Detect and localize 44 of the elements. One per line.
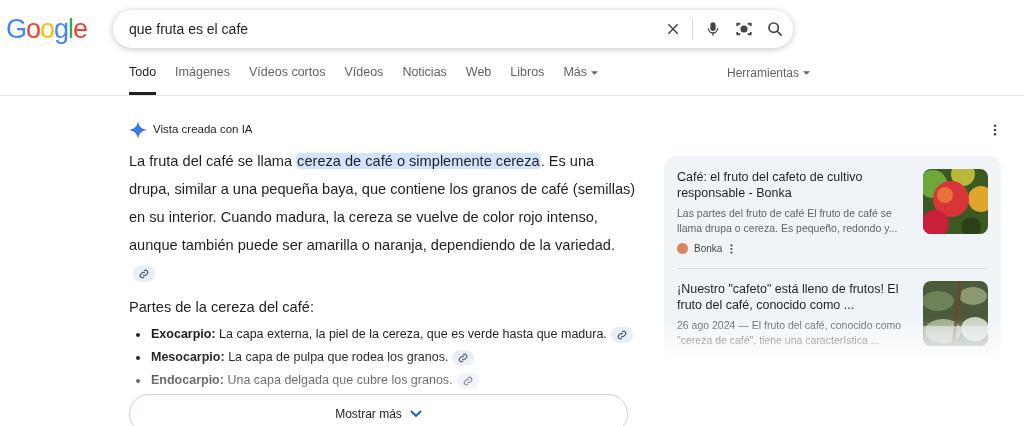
caret-icon bbox=[803, 71, 811, 75]
list-item-text: Mesocarpio: La capa de pulpa que rodea los granos. bbox=[151, 348, 475, 367]
search-tab[interactable]: Vídeos bbox=[344, 63, 384, 95]
search-field[interactable]: que fruta es el cafe bbox=[113, 10, 793, 48]
source-title[interactable]: ¡Nuestro "cafeto" está lleno de frutos! El fruto del café, conocido como ... bbox=[677, 281, 911, 313]
chevron-down-icon bbox=[409, 410, 422, 418]
site-favicon-icon bbox=[677, 243, 688, 254]
link-icon bbox=[458, 352, 469, 363]
search-tab[interactable]: Web bbox=[465, 63, 492, 95]
ai-overview-label: Vista creada con IA bbox=[153, 122, 254, 138]
camera-lens-icon[interactable] bbox=[735, 20, 753, 38]
source-title[interactable]: Café: el fruto del cafeto de cultivo responsable - Bonka bbox=[677, 169, 911, 201]
search-query: que fruta es el cafe bbox=[129, 19, 250, 39]
link-button[interactable] bbox=[610, 326, 633, 343]
search-tab[interactable]: Libros bbox=[510, 63, 545, 95]
source-snippet: 26 ago 2024 — El fruto del café, conocido como "cereza de café", tiene una característica ... bbox=[677, 318, 903, 348]
list-item-text: Endocarpio: Una capa delgada que cubre los granos. bbox=[151, 371, 479, 390]
list-item-text: Exocarpio: La capa externa, la piel de la cereza, que es verde hasta que madura. bbox=[151, 325, 633, 344]
link-icon bbox=[139, 269, 149, 280]
summary-paragraph: La fruta del café se llama cereza de café o simplemente cereza. Es una drupa, similar a una pequeña baya, que contiene los granos de café (semillas) en su interior. Cuando madura, la cereza se vuelve de color rojo intenso, aunque también puede ser amarilla o naranja, dependiendo de la variedad. bbox=[129, 147, 639, 287]
source-snippet: Las partes del fruto de café El fruto de café se llama drupa o cereza. Es pequeño, redondo y... bbox=[677, 206, 899, 236]
site-name: Bonka bbox=[694, 242, 723, 256]
link-button[interactable] bbox=[133, 266, 155, 283]
search-tab[interactable]: Más bbox=[563, 63, 598, 95]
more-options-icon[interactable] bbox=[993, 124, 997, 136]
bullet-icon bbox=[136, 333, 140, 337]
close-icon[interactable] bbox=[666, 22, 680, 36]
bullet-icon bbox=[136, 379, 140, 383]
search-tab[interactable]: Todo bbox=[129, 63, 157, 95]
search-tab[interactable]: Vídeos cortos bbox=[249, 63, 326, 95]
microphone-icon[interactable] bbox=[705, 20, 721, 38]
more-options-icon[interactable] bbox=[730, 243, 734, 254]
section-heading: Partes de la cereza del café: bbox=[129, 298, 315, 317]
link-icon bbox=[616, 329, 627, 340]
search-icon[interactable] bbox=[767, 21, 783, 37]
search-tab[interactable]: Imágenes bbox=[175, 63, 230, 95]
search-tab[interactable]: Noticias bbox=[402, 63, 447, 95]
logo[interactable]: Google bbox=[6, 8, 90, 50]
tools-button[interactable]: Herramientas bbox=[727, 64, 811, 95]
sparkle-icon bbox=[129, 121, 147, 139]
bullet-icon bbox=[136, 356, 140, 360]
link-icon bbox=[462, 375, 473, 386]
link-button[interactable] bbox=[452, 349, 475, 366]
link-button[interactable] bbox=[456, 372, 479, 389]
